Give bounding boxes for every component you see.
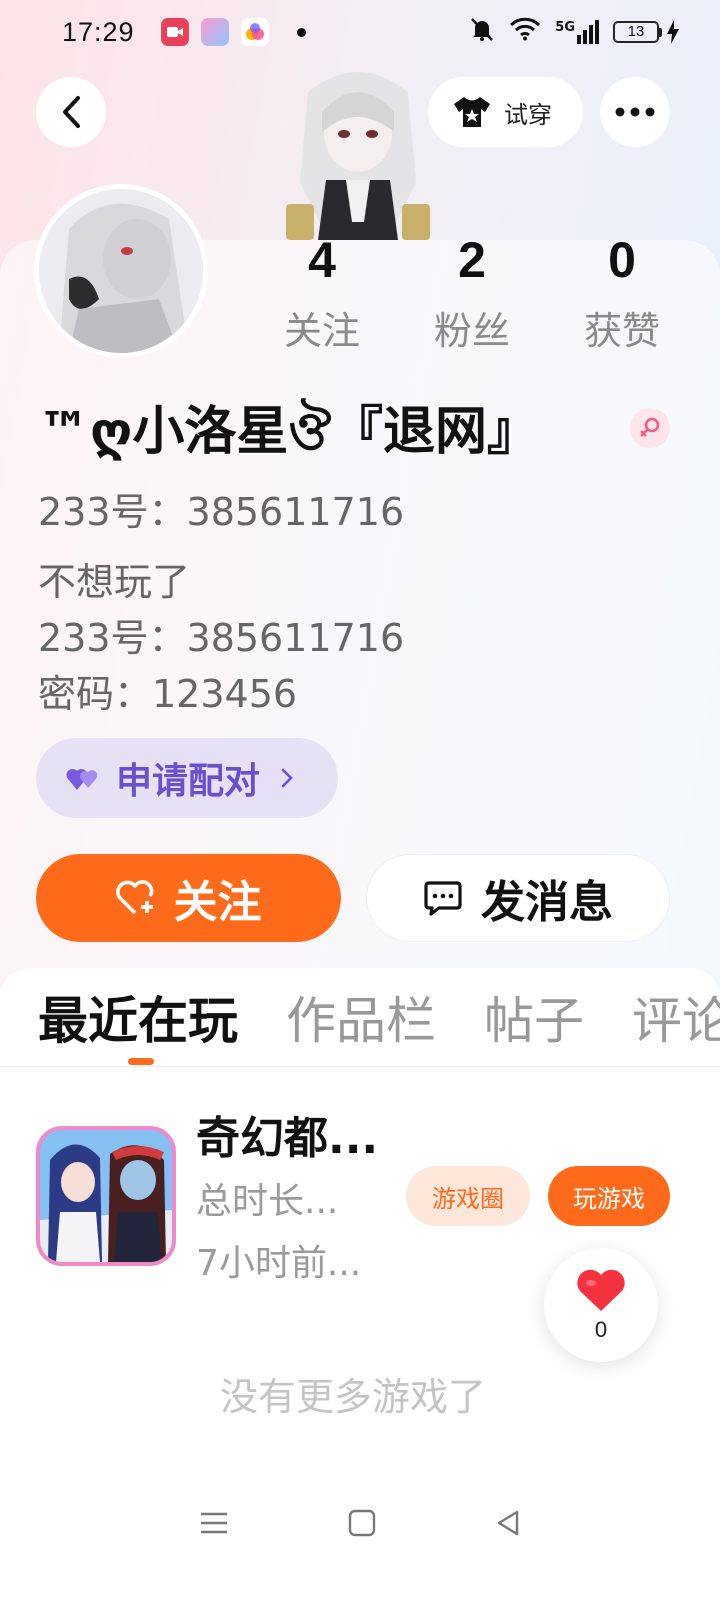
follow-label: 关注: [173, 877, 262, 928]
game-circle-button[interactable]: 游戏圈: [406, 1166, 530, 1226]
tab-recently-played[interactable]: 最近在玩: [38, 990, 238, 1060]
request-pair-button[interactable]: 申请配对: [36, 738, 338, 818]
play-game-button[interactable]: 玩游戏: [548, 1166, 670, 1226]
send-message-button[interactable]: 发消息: [366, 854, 670, 942]
stat-following-label: 关注: [283, 309, 360, 353]
request-pair-label: 申请配对: [116, 761, 261, 802]
stat-following[interactable]: 4 关注: [262, 228, 382, 355]
follow-button[interactable]: 关注: [36, 854, 341, 942]
bio-line: 233号：385611716: [38, 616, 405, 660]
send-message-label: 发消息: [481, 877, 613, 928]
profile-nickname: ™ღ小洛星ঔ『退网』: [38, 402, 540, 462]
chevron-right-icon: [281, 768, 293, 788]
battery-icon: 13: [613, 20, 680, 44]
status-bar: 17:29 5G 13: [0, 0, 720, 64]
wifi-icon: [509, 17, 541, 48]
menu-nav-icon[interactable]: [199, 1511, 229, 1539]
system-nav-bar: [0, 1490, 720, 1560]
back-button[interactable]: [36, 77, 106, 147]
notification-dot: [296, 27, 306, 37]
signal-5g-icon: 5G: [555, 20, 599, 44]
status-indicators: 5G 13: [469, 16, 680, 49]
like-floating-button[interactable]: 0: [544, 1248, 658, 1362]
stat-following-count: 4: [308, 232, 336, 288]
profile-tabs: 最近在玩 作品栏 帖子 评论: [38, 990, 720, 1060]
empty-list-text: 没有更多游戏了: [219, 1375, 486, 1419]
stat-likes-label: 获赞: [583, 309, 660, 353]
try-on-label: 试穿: [504, 100, 552, 129]
battery-level: 13: [613, 21, 659, 43]
tab-comments[interactable]: 评论: [632, 990, 720, 1060]
tab-works[interactable]: 作品栏: [286, 990, 436, 1060]
female-gender-icon: [630, 408, 670, 448]
stat-fans-count: 2: [458, 232, 486, 288]
stat-likes[interactable]: 0 获赞: [562, 228, 682, 355]
double-heart-icon: [66, 768, 98, 790]
like-count: 0: [594, 1317, 608, 1342]
more-button[interactable]: [600, 77, 670, 147]
stat-fans-label: 粉丝: [433, 309, 510, 353]
stat-fans[interactable]: 2 粉丝: [412, 228, 532, 355]
try-on-button[interactable]: 试穿: [428, 77, 583, 147]
stat-likes-count: 0: [608, 232, 636, 288]
avatar[interactable]: [34, 184, 208, 358]
character-figure: [268, 62, 448, 240]
game-app-icon: [200, 18, 229, 46]
more-dots-icon: [615, 107, 655, 117]
tab-posts[interactable]: 帖子: [484, 990, 584, 1060]
network-type-label: 5G: [555, 20, 575, 35]
profile-id: 233号：385611716: [38, 490, 405, 534]
chat-bubble-icon: [424, 881, 462, 916]
tshirt-icon: [454, 97, 490, 127]
game-play-time: 总时长...: [196, 1181, 339, 1222]
screen-record-icon: [160, 18, 189, 46]
game-last-played: 7小时前...: [196, 1243, 362, 1284]
home-nav-icon[interactable]: [348, 1509, 376, 1541]
heart-plus-icon: [115, 880, 153, 915]
heart-icon: [577, 1269, 625, 1311]
bio-line: 不想玩了: [38, 560, 191, 604]
back-arrow-icon: [63, 96, 80, 128]
status-time: 17:29: [62, 16, 135, 47]
tab-divider: [0, 1066, 720, 1067]
game-icon[interactable]: [36, 1126, 176, 1266]
colorful-app-icon: [240, 18, 269, 46]
active-tab-indicator: [128, 1058, 154, 1065]
mute-bell-icon: [469, 16, 495, 49]
game-title[interactable]: 奇幻都...: [196, 1110, 378, 1168]
bio-line: 密码：123456: [38, 672, 298, 716]
back-nav-icon[interactable]: [495, 1509, 521, 1541]
status-notification-icons: [160, 18, 269, 46]
